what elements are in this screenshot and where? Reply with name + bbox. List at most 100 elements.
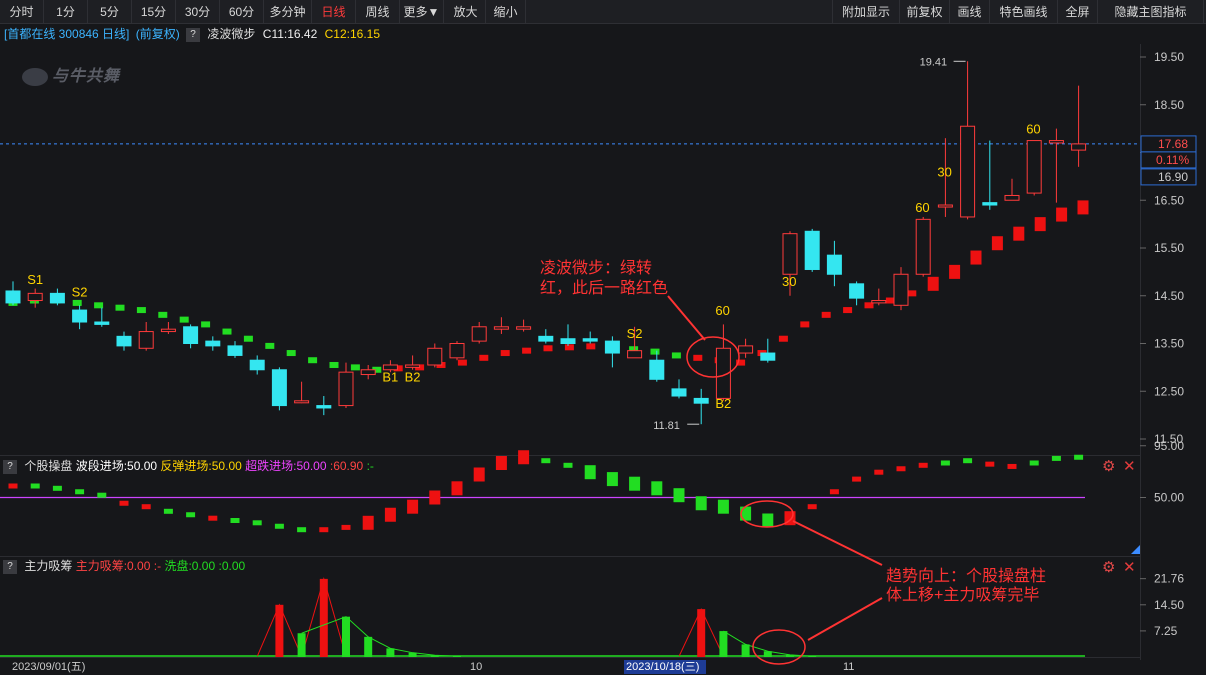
candle-down <box>94 321 110 325</box>
annotation-text: 趋势向上：个股操盘柱 <box>886 566 1046 585</box>
signal-label: B2 <box>715 396 731 411</box>
candle-down <box>49 292 65 304</box>
candle-up <box>294 400 310 404</box>
sub2-name[interactable]: 主力吸筹 <box>24 559 72 573</box>
candle-down <box>849 283 865 299</box>
ma-dot <box>265 342 275 349</box>
ma-dot <box>821 311 831 318</box>
price-tick-label: 13.50 <box>1154 337 1184 351</box>
sub2-wash-bar <box>741 644 750 657</box>
candle-down <box>227 345 243 356</box>
sub2-absorb-bar <box>319 578 328 657</box>
candle-up <box>493 326 509 330</box>
sub2-absorb2: :- <box>153 559 162 573</box>
signal-label: 60 <box>915 200 929 215</box>
signal-label: 60 <box>715 303 729 318</box>
help-icon[interactable]: ? <box>3 459 17 474</box>
ma-dot <box>1013 226 1025 241</box>
sub1-bar <box>341 524 351 530</box>
sub1-bar <box>852 476 862 482</box>
close-icon[interactable]: ✕ <box>1123 459 1136 474</box>
current-price-label: 17.68 <box>1158 137 1188 151</box>
sub1-tick-label: 50.00 <box>1154 491 1184 505</box>
sub1-bar <box>297 527 307 533</box>
candle-down <box>760 352 776 361</box>
sub1-bar <box>230 518 240 523</box>
sub1-bar <box>252 520 262 526</box>
sub1-bar <box>163 508 173 514</box>
x-date-label: 2023/10/18(三) <box>626 661 699 673</box>
signal-label: 60 <box>1026 121 1040 136</box>
gear-icon[interactable]: ⚙ <box>1102 459 1115 474</box>
ma-dot <box>329 361 339 368</box>
sub1-bar <box>52 485 62 491</box>
ma-dot <box>693 354 703 361</box>
signal-label: B1 <box>382 370 398 385</box>
help-icon[interactable]: ? <box>3 559 17 574</box>
ma-dot <box>457 359 467 366</box>
sub1-bar <box>963 458 973 464</box>
candle-up <box>627 350 643 359</box>
sub1-bar <box>429 490 441 505</box>
sub2-tick-label: 21.76 <box>1154 572 1184 586</box>
candle-up <box>937 204 953 208</box>
signal-label: S1 <box>27 272 43 287</box>
candle-down <box>5 290 21 304</box>
sub2-tick-label: 7.25 <box>1154 624 1178 638</box>
sub2-header: ? 主力吸筹 主力吸筹:0.00 :- 洗盘:0.00 :0.00 <box>0 558 245 574</box>
sub2-absorb: 主力吸筹:0.00 <box>75 559 151 573</box>
sub1-bar <box>1074 454 1084 460</box>
candle-up <box>893 273 909 306</box>
sub1-bar <box>1007 463 1017 469</box>
sub1-bar <box>495 456 507 470</box>
price-tick-label: 14.50 <box>1154 289 1184 303</box>
candle-up <box>960 125 976 218</box>
sub1-rebound: 反弹进场:50.00 <box>160 459 242 473</box>
candle-up <box>27 292 43 302</box>
sub1-bar <box>518 450 530 465</box>
candle-up <box>1048 140 1064 144</box>
candle-up <box>138 331 154 349</box>
gear-icon[interactable]: ⚙ <box>1102 560 1115 575</box>
ma-dot <box>243 335 253 342</box>
ma-dot <box>907 290 917 297</box>
candle-down <box>538 335 554 342</box>
signal-label: 30 <box>937 164 951 179</box>
candle-up <box>449 343 465 359</box>
candle-up <box>871 300 887 304</box>
signal-label: B2 <box>405 370 421 385</box>
x-date-label: 2023/09/01(五) <box>12 661 85 673</box>
ma-dot <box>522 347 532 354</box>
sub2-wash-bar <box>342 616 350 657</box>
candle-down <box>316 405 332 409</box>
sub2-wash2: :0.00 <box>218 559 246 573</box>
annotation-arrow <box>807 597 883 641</box>
candle-down <box>560 338 576 345</box>
sub1-bar <box>807 504 817 510</box>
sub1-value2: :- <box>366 459 374 473</box>
candle-down <box>649 359 665 380</box>
ma-dot <box>72 299 82 306</box>
ma-dot <box>970 250 982 265</box>
close-icon[interactable]: ✕ <box>1123 560 1136 575</box>
sub1-bar <box>451 481 463 496</box>
sub2-wash-bar <box>719 631 728 657</box>
ma-dot <box>94 302 104 309</box>
sub1-bar <box>896 466 906 472</box>
sub1-bar <box>762 513 774 528</box>
annotation-arrow <box>667 295 706 341</box>
ma-dot <box>1034 217 1046 232</box>
ma-dot <box>778 335 788 342</box>
sub1-bar <box>584 465 596 480</box>
ma-dot <box>586 343 596 350</box>
ma-dot <box>927 276 939 291</box>
sub1-bar <box>1051 455 1061 461</box>
sub1-bar <box>874 469 884 475</box>
sub1-name[interactable]: 个股操盘 <box>24 459 72 473</box>
ma-dot <box>115 304 125 311</box>
price-tick-label: 16.50 <box>1154 193 1184 207</box>
ma-dot <box>350 364 360 371</box>
ma-dot <box>286 350 296 357</box>
level-label: 16.90 <box>1158 170 1188 184</box>
sub1-bar <box>829 489 839 495</box>
